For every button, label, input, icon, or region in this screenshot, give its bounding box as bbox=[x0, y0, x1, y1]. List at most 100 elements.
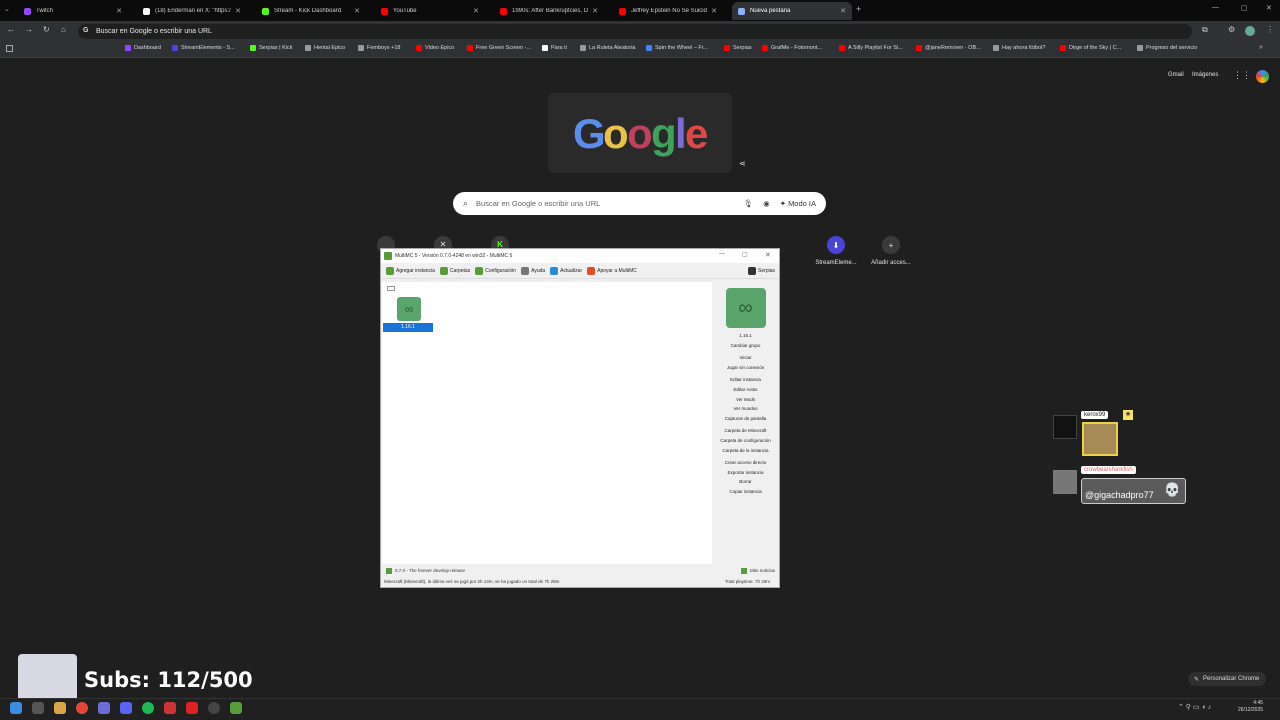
discord-icon[interactable] bbox=[120, 702, 132, 714]
bookmark-item[interactable]: @janeRemover - OB... bbox=[916, 45, 981, 51]
side-action-button[interactable]: Copiar instancia bbox=[712, 487, 779, 497]
apps-grid-icon[interactable]: ⋮⋮ bbox=[1233, 70, 1251, 81]
account-avatar[interactable] bbox=[1254, 68, 1271, 85]
microphone-icon[interactable]: 🎙 bbox=[744, 199, 754, 208]
tab-close-icon[interactable]: ✕ bbox=[473, 7, 479, 15]
new-tab-button[interactable]: + bbox=[856, 4, 861, 14]
selected-instance-icon[interactable]: ∞ bbox=[725, 288, 766, 328]
tab-1[interactable]: (18) Enderman en X: "https://t... ✕ bbox=[137, 2, 247, 20]
mmc-tool-button[interactable]: Carpetas bbox=[439, 266, 470, 275]
bookmark-item[interactable]: StreamElements - S... bbox=[172, 45, 235, 51]
side-action-button[interactable]: Editar instancia bbox=[712, 375, 779, 385]
bookmark-item[interactable]: Progreso del servicio bbox=[1137, 45, 1197, 51]
bookmark-item[interactable]: Video Epico bbox=[416, 45, 454, 51]
forward-icon[interactable]: → bbox=[25, 25, 33, 34]
side-action-button[interactable]: Iniciar bbox=[712, 353, 779, 363]
chrome-icon[interactable] bbox=[76, 702, 88, 714]
side-action-button[interactable]: Carpeta de Minecraft bbox=[712, 426, 779, 436]
maximize-icon[interactable]: ▢ bbox=[1241, 4, 1248, 12]
reload-icon[interactable]: ↻ bbox=[43, 25, 50, 34]
share-icon[interactable]: ⋖ bbox=[739, 159, 746, 168]
side-action-button[interactable]: Carpeta de configuración bbox=[712, 436, 779, 446]
bookmark-item[interactable]: Spin the Wheel – Fr... bbox=[646, 45, 708, 51]
shortcut-add[interactable]: + Añadir acces... bbox=[866, 236, 916, 266]
bookmark-item[interactable]: Serpias | Kick bbox=[250, 45, 293, 51]
tab-close-icon[interactable]: ✕ bbox=[235, 7, 241, 15]
tab-3[interactable]: YouTube ✕ bbox=[375, 2, 485, 20]
mmc-tool-button[interactable]: Agregar instancia bbox=[386, 266, 435, 275]
bookmark-item[interactable]: Serpias bbox=[724, 45, 752, 51]
apps-icon[interactable] bbox=[6, 45, 13, 52]
tab-close-icon[interactable]: ✕ bbox=[592, 7, 598, 15]
app-icon-1[interactable] bbox=[98, 702, 110, 714]
install-icon[interactable]: ⧉ bbox=[1202, 25, 1208, 35]
bookmark-item[interactable]: La Ruleta Aleatoria bbox=[580, 45, 635, 51]
start-icon[interactable] bbox=[10, 702, 22, 714]
clock[interactable]: 4:45 26/12/2025 bbox=[1238, 700, 1263, 714]
app-icon-2[interactable] bbox=[164, 702, 176, 714]
tab-2[interactable]: Stream - Kick Dashboard ✕ bbox=[256, 2, 366, 20]
app-icon-3[interactable] bbox=[186, 702, 198, 714]
mmc-maximize-icon[interactable]: ▢ bbox=[742, 251, 748, 258]
tab-search-icon[interactable]: ⌄ bbox=[4, 5, 10, 13]
tab-close-icon[interactable]: ✕ bbox=[840, 7, 846, 15]
back-icon[interactable]: ← bbox=[7, 25, 15, 34]
tab-6[interactable]: Nueva pestaña ✕ bbox=[732, 2, 852, 20]
mmc-tool-button[interactable]: Actualizar bbox=[550, 266, 582, 275]
bookmark-item[interactable]: Hentai Epico bbox=[305, 45, 345, 51]
more-news-button[interactable]: Más noticias bbox=[750, 568, 775, 573]
mmc-tool-button[interactable]: Apoyar a MultiMC bbox=[587, 266, 637, 275]
change-group-button[interactable]: Cambiar grupo bbox=[712, 341, 779, 351]
mmc-tool-button[interactable]: Serpias bbox=[748, 266, 775, 275]
side-action-button[interactable]: Crear acceso directo bbox=[712, 458, 779, 468]
multimc-task-icon[interactable] bbox=[230, 702, 242, 714]
side-action-button[interactable]: Capturas de pantalla bbox=[712, 414, 779, 424]
search-task-icon[interactable] bbox=[32, 702, 44, 714]
gmail-link[interactable]: Gmail bbox=[1168, 72, 1184, 78]
extensions-icon[interactable]: ⚙ bbox=[1228, 25, 1235, 34]
profile-avatar[interactable] bbox=[1245, 26, 1255, 36]
bookmark-item[interactable]: Femboys +18 bbox=[358, 45, 400, 51]
images-link[interactable]: Imágenes bbox=[1192, 72, 1218, 78]
mmc-tool-button[interactable]: Ayuda bbox=[521, 266, 545, 275]
omnibox[interactable]: G Buscar en Google o escribir una URL bbox=[78, 24, 1192, 39]
shortcut-streamelements[interactable]: ⬇ StreamEleme... bbox=[811, 236, 861, 266]
bookmark-item[interactable]: GrafMe - Fotomont... bbox=[762, 45, 822, 51]
tab-close-icon[interactable]: ✕ bbox=[116, 7, 122, 15]
lens-icon[interactable]: ◉ bbox=[763, 199, 770, 208]
tab-close-icon[interactable]: ✕ bbox=[711, 7, 717, 15]
explorer-icon[interactable] bbox=[54, 702, 66, 714]
mmc-close-icon[interactable]: ✕ bbox=[765, 251, 771, 259]
side-action-button[interactable]: Editar notas bbox=[712, 385, 779, 395]
mmc-tool-button[interactable]: Configuración bbox=[475, 266, 516, 275]
mmc-minimize-icon[interactable]: — bbox=[719, 251, 725, 257]
tray-icons[interactable]: ⌃ ⚲ ▭ ◖ ♪ bbox=[1178, 703, 1211, 711]
google-doodle[interactable]: G o o g l e bbox=[548, 93, 732, 173]
obs-icon[interactable] bbox=[208, 702, 220, 714]
tab-5[interactable]: Jeffrey Epstein No Se Suicidó |... ✕ bbox=[613, 2, 723, 20]
instance-list[interactable]: ∞ 1.16.1 bbox=[382, 282, 712, 564]
instance-item[interactable]: ∞ 1.16.1 bbox=[383, 297, 433, 335]
spotify-icon[interactable] bbox=[142, 702, 154, 714]
multimc-window[interactable]: MultiMC 5 - Versión 0.7.0-4248 en win32 … bbox=[380, 248, 780, 588]
tab-0[interactable]: Twitch ✕ bbox=[18, 2, 128, 20]
tab-close-icon[interactable]: ✕ bbox=[354, 7, 360, 15]
side-action-button[interactable]: Exportar instancia bbox=[712, 468, 779, 478]
customize-chrome-button[interactable]: ✎ Personalizar Chrome bbox=[1188, 672, 1266, 686]
group-collapse-icon[interactable] bbox=[387, 286, 395, 291]
more-bookmarks-icon[interactable]: » bbox=[1259, 44, 1263, 51]
bookmark-item[interactable]: Hay ahora fútbol? bbox=[993, 45, 1045, 51]
bookmark-item[interactable]: Dirge of the Sky | C... bbox=[1060, 45, 1121, 51]
minimize-icon[interactable]: — bbox=[1212, 4, 1219, 11]
close-window-icon[interactable]: ✕ bbox=[1266, 4, 1272, 12]
side-action-button[interactable]: Carpeta de la instancia bbox=[712, 446, 779, 456]
bookmark-item[interactable]: Free Green Screen -... bbox=[467, 45, 531, 51]
google-search-box[interactable]: ⌕ Buscar en Google o escribir una URL 🎙 … bbox=[453, 192, 826, 215]
home-icon[interactable]: ⌂ bbox=[61, 25, 66, 34]
side-action-button[interactable]: Ver mundos bbox=[712, 404, 779, 414]
news-link[interactable]: 0.7.0 - The forever develop release bbox=[395, 568, 741, 573]
side-action-button[interactable]: Ver Mods bbox=[712, 395, 779, 405]
side-action-button[interactable]: Borrar bbox=[712, 477, 779, 487]
ai-mode-button[interactable]: ✦ Modo IA bbox=[780, 199, 816, 208]
tab-4[interactable]: 1990s: After Bankruptcies, Don...✕ bbox=[494, 2, 604, 20]
